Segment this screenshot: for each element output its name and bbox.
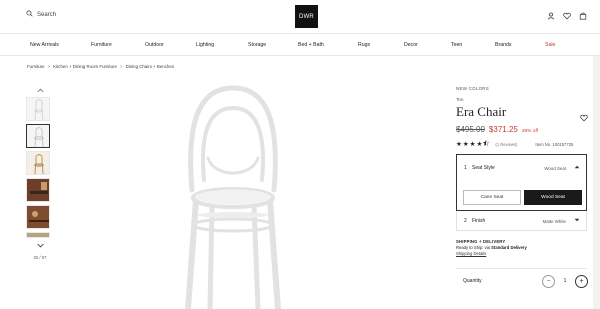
divider <box>456 267 587 269</box>
finish-header[interactable]: 2 Finish Matte White <box>464 218 580 224</box>
chevron-down-icon[interactable] <box>574 218 580 224</box>
quantity-label: Quantity <box>463 278 482 285</box>
option-number: 2 <box>464 218 467 224</box>
nav-outdoor[interactable]: Outdoor <box>145 42 164 48</box>
nav-sale[interactable]: Sale <box>545 42 555 48</box>
nav-decor[interactable]: Decor <box>404 42 418 48</box>
option-value: Matte White <box>542 218 566 224</box>
shipping-details-link[interactable]: Shipping Details <box>456 251 588 257</box>
seat-style-header[interactable]: 1 Seat Style Wood Seat <box>464 165 580 171</box>
item-number: Item No. 100157725 <box>535 141 574 147</box>
nav-bed-bath[interactable]: Bed + Bath <box>298 42 324 48</box>
quantity-value[interactable]: 1 <box>555 278 575 284</box>
dwr-logo[interactable]: DWR <box>295 5 318 28</box>
option-label: Finish <box>472 218 486 224</box>
star-icon: ★ <box>476 141 483 148</box>
nav-brands[interactable]: Brands <box>495 42 511 48</box>
sale-price: $371.25 <box>488 125 518 134</box>
thumbnail-3[interactable] <box>26 151 50 175</box>
thumbnail-5[interactable] <box>26 205 50 229</box>
product-panel: NEW COLORS Ton Era Chair $495.00 $371.25… <box>456 86 588 288</box>
rating-row: ★ ★ ★ ★ (1 Reviews) Item No. 100157725 <box>456 139 588 148</box>
site-header: Search DWR <box>0 0 600 34</box>
chevron-up-icon[interactable] <box>574 165 580 171</box>
half-star-icon <box>483 139 490 148</box>
heart-icon[interactable] <box>580 109 588 127</box>
star-icon: ★ <box>469 141 476 148</box>
thumbnail-rail: 02 / 07 <box>26 86 54 260</box>
nav-teen[interactable]: Teen <box>451 42 462 48</box>
nav-rugs[interactable]: Rugs <box>358 42 370 48</box>
breadcrumb-item[interactable]: Kitchen + Dining Room Furniture <box>53 64 117 69</box>
nav-lighting[interactable]: Lighting <box>196 42 214 48</box>
thumbnail-2[interactable] <box>26 124 50 148</box>
reviews-link[interactable]: (1 Reviews) <box>495 142 517 147</box>
brand-link[interactable]: Ton <box>456 97 588 102</box>
thumbnail-counter: 02 / 07 <box>33 255 47 260</box>
discount-badge: 25% off <box>521 129 539 134</box>
quantity-increase-button[interactable]: + <box>575 274 588 288</box>
breadcrumb-item[interactable]: Dining Chairs + Benches <box>126 64 174 69</box>
chevron-up-icon[interactable] <box>26 86 54 94</box>
quantity-decrease-button[interactable]: − <box>542 274 555 288</box>
rating-stars[interactable]: ★ ★ ★ ★ <box>456 139 490 148</box>
scrollbar-track[interactable] <box>593 56 600 309</box>
star-icon: ★ <box>456 141 462 148</box>
option-label: Seat Style <box>472 165 495 171</box>
nav-new-arrivals[interactable]: New Arrivals <box>30 42 59 48</box>
product-image[interactable] <box>100 80 420 309</box>
nav-furniture[interactable]: Furniture <box>91 42 112 48</box>
price-block: $495.00 $371.25 25% off <box>456 125 588 134</box>
shipping-ready-text: Ready to Ship: via <box>456 245 490 251</box>
search-label[interactable]: Search <box>37 12 56 18</box>
quantity-stepper: Quantity − 1 + <box>456 274 588 288</box>
thumbnail-4[interactable] <box>26 178 50 202</box>
heart-icon[interactable] <box>562 11 571 20</box>
wood-seat-button[interactable]: Wood Seat <box>524 190 582 205</box>
bag-icon[interactable] <box>578 11 587 20</box>
nav-storage[interactable]: Storage <box>248 42 266 48</box>
option-number: 1 <box>464 165 467 171</box>
new-colors-label: NEW COLORS <box>456 86 490 91</box>
cane-seat-button[interactable]: Cane Seat <box>463 190 521 205</box>
breadcrumb-separator: > <box>119 64 123 69</box>
user-icon[interactable] <box>546 11 555 20</box>
thumbnail-1[interactable] <box>26 97 50 121</box>
search-box[interactable]: Search <box>26 10 56 19</box>
product-title: Era Chair <box>456 104 507 119</box>
shipping-info: SHIPPING + DELIVERY Ready to Ship: via S… <box>456 239 588 258</box>
chevron-down-icon[interactable] <box>26 241 54 249</box>
original-price: $495.00 <box>456 125 485 134</box>
thumbnail-6[interactable] <box>26 232 50 238</box>
breadcrumb: Furniture > Kitchen + Dining Room Furnit… <box>27 64 174 69</box>
breadcrumb-item[interactable]: Furniture <box>27 64 45 69</box>
finish-option: 2 Finish Matte White <box>456 211 587 231</box>
breadcrumb-separator: > <box>47 64 51 69</box>
search-icon[interactable] <box>26 10 33 19</box>
option-value: Wood Seat <box>544 165 566 171</box>
star-icon: ★ <box>462 141 469 148</box>
main-nav: New Arrivals Furniture Outdoor Lighting … <box>0 34 600 56</box>
seat-style-option: 1 Seat Style Wood Seat Cane Seat Wood Se… <box>456 154 587 211</box>
shipping-method: Standard Delivery <box>491 245 527 251</box>
